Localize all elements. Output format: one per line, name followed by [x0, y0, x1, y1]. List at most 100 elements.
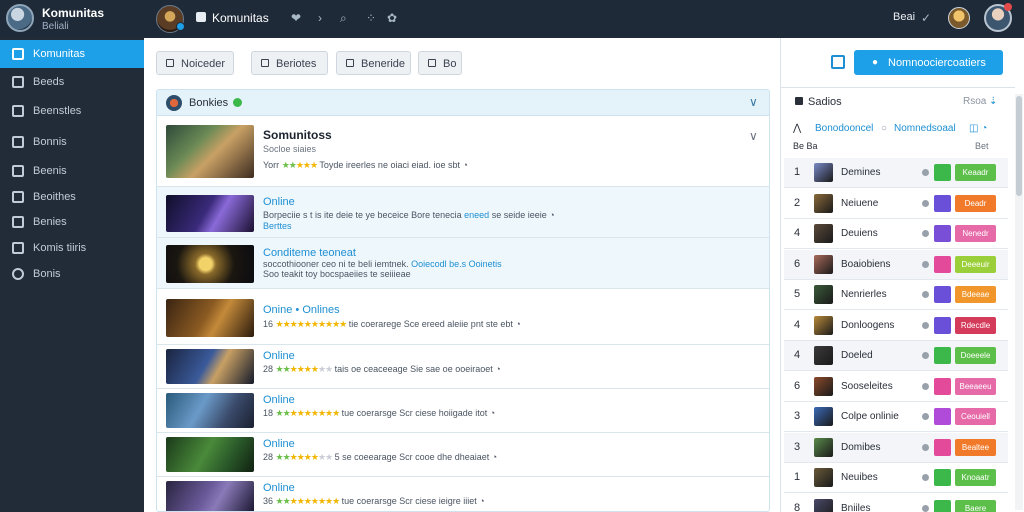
- player-tag[interactable]: [934, 286, 951, 303]
- app-avatar[interactable]: [6, 4, 34, 32]
- comment-icon[interactable]: ◔: [515, 319, 520, 329]
- sidebar-item-beeds[interactable]: Beeds: [0, 68, 144, 96]
- post-thumbnail[interactable]: [166, 125, 254, 178]
- post-thumbnail[interactable]: [166, 393, 254, 428]
- player-avatar[interactable]: [814, 224, 833, 243]
- player-tag[interactable]: [934, 164, 951, 181]
- post-thumbnail[interactable]: [166, 437, 254, 472]
- post-status[interactable]: Onine • Onlines: [263, 304, 340, 316]
- player-avatar[interactable]: [814, 285, 833, 304]
- home-icon[interactable]: [196, 12, 206, 22]
- player-tag[interactable]: [934, 225, 951, 242]
- comment-icon[interactable]: ◔: [463, 160, 468, 170]
- settings-icon[interactable]: ✿: [387, 11, 397, 25]
- player-badge[interactable]: Deeeuir: [955, 255, 996, 273]
- user-avatar[interactable]: [948, 7, 970, 29]
- scrollbar[interactable]: [1015, 94, 1023, 510]
- player-tag[interactable]: [934, 194, 951, 212]
- player-badge[interactable]: Ceouiell: [955, 408, 996, 425]
- filter-button-beneride[interactable]: Beneride: [336, 51, 411, 75]
- player-row[interactable]: 4 Doeled Doeeele: [784, 341, 1008, 371]
- scrollbar-thumb[interactable]: [1016, 96, 1022, 196]
- player-row[interactable]: 6 Sooseleites Beeaeeu: [784, 372, 1008, 402]
- primary-action-button[interactable]: ● Nomnoociercoatiers: [854, 50, 1003, 75]
- player-tag[interactable]: [934, 408, 951, 425]
- grid-icon[interactable]: ◫ ◔: [969, 123, 987, 134]
- section-filter[interactable]: Rsoa: [963, 96, 986, 107]
- player-name[interactable]: Colpe onlinie: [841, 411, 899, 422]
- post-thumbnail[interactable]: [166, 299, 254, 337]
- sidebar-item-beoithes[interactable]: Beoithes: [0, 183, 144, 211]
- player-avatar[interactable]: [814, 163, 833, 182]
- player-avatar[interactable]: [814, 376, 833, 396]
- grid-icon[interactable]: ⁘: [366, 11, 376, 25]
- player-row[interactable]: 1 Demines Keaadr: [784, 158, 1008, 188]
- comment-icon[interactable]: ◔: [490, 408, 495, 418]
- player-row[interactable]: 3 Domibes Bealtee: [784, 432, 1008, 463]
- player-row[interactable]: 3 Colpe onlinie Ceouiell: [784, 402, 1008, 432]
- list-header[interactable]: Bonkies ∨: [157, 90, 769, 116]
- filter-icon[interactable]: ⇣: [989, 96, 997, 107]
- player-name[interactable]: Boaiobiens: [841, 259, 890, 270]
- post-thumbnail[interactable]: [166, 245, 254, 283]
- player-badge[interactable]: Baere: [955, 499, 996, 512]
- player-avatar[interactable]: [814, 315, 833, 335]
- player-avatar[interactable]: [814, 468, 833, 487]
- check-icon[interactable]: ✓: [921, 11, 931, 25]
- chevron-right-icon[interactable]: ›: [318, 11, 322, 25]
- player-tag[interactable]: [934, 499, 951, 512]
- filter-button-bo[interactable]: Bo: [418, 51, 462, 75]
- post-title[interactable]: Somunitoss: [263, 128, 332, 142]
- player-name[interactable]: Sooseleites: [841, 381, 893, 392]
- search-icon[interactable]: ⌕: [340, 11, 347, 26]
- player-name[interactable]: Nenrierles: [841, 289, 887, 300]
- post-status[interactable]: Online: [263, 394, 295, 406]
- player-badge[interactable]: Knoaatr: [955, 469, 996, 486]
- player-badge[interactable]: Bealtee: [955, 438, 996, 456]
- list-item[interactable]: Online 28 ★★★★★★★★ 5 se coeearage Scr co…: [157, 433, 769, 477]
- player-row[interactable]: 5 Nenrierles Bdeeae: [784, 280, 1008, 310]
- player-row[interactable]: 4 Donloogens Rdecdle: [784, 311, 1008, 341]
- chevron-down-icon[interactable]: ∨: [749, 129, 758, 143]
- sidebar-item-bonis[interactable]: Bonis: [0, 260, 144, 288]
- post-author[interactable]: Berttes: [263, 221, 292, 231]
- list-item[interactable]: Online 36 ★★★★★★★★★ tue coerarsge Scr ci…: [157, 477, 769, 511]
- post-status[interactable]: Online: [263, 350, 295, 362]
- info-icon[interactable]: ○: [881, 123, 887, 134]
- tab-bonodooncel[interactable]: Bonodooncel: [815, 123, 873, 134]
- sidebar-item-beenis[interactable]: Beenis: [0, 157, 144, 185]
- player-name[interactable]: Bniiles: [841, 503, 870, 512]
- post-thumbnail[interactable]: [166, 349, 254, 384]
- player-name[interactable]: Demines: [841, 167, 880, 178]
- comment-icon[interactable]: ◔: [492, 452, 497, 462]
- player-avatar[interactable]: [814, 254, 833, 274]
- filter-button-noiceder[interactable]: Noiceder: [156, 51, 234, 75]
- list-item[interactable]: Online 28 ★★★★★★★★ tais oe ceaceeage Sie…: [157, 345, 769, 389]
- post-link[interactable]: Ooiecodl be.s Ooinetis: [411, 259, 502, 269]
- player-avatar[interactable]: [814, 498, 833, 512]
- post-status[interactable]: Online: [263, 482, 295, 494]
- player-badge[interactable]: Doeeele: [955, 347, 996, 364]
- sidebar-item-komis-tiiris[interactable]: Komis tiiris: [0, 234, 144, 262]
- comment-icon[interactable]: ◔: [495, 364, 500, 374]
- sidebar-item-benies[interactable]: Benies: [0, 208, 144, 236]
- player-row[interactable]: 8 Bniiles Baere: [784, 494, 1008, 512]
- player-name[interactable]: Neuibes: [841, 472, 878, 483]
- list-item[interactable]: Conditeme teoneat soccothiooner ceo ni t…: [157, 238, 769, 289]
- sidebar-item-bonnis[interactable]: Bonnis: [0, 128, 144, 156]
- player-avatar[interactable]: [814, 346, 833, 365]
- player-name[interactable]: Donloogens: [841, 320, 894, 331]
- player-badge[interactable]: Keaadr: [955, 164, 996, 181]
- post-status[interactable]: Online: [263, 196, 295, 208]
- tab-nomnedsoaal[interactable]: Nomnedsoaal: [894, 123, 956, 134]
- player-badge[interactable]: Beeaeeu: [955, 377, 996, 395]
- comment-icon[interactable]: ◔: [549, 210, 554, 220]
- featured-post[interactable]: Somunitoss Socloe siaies Yorr ★★★★★ Toyd…: [157, 117, 769, 187]
- comment-icon[interactable]: ◔: [479, 496, 484, 506]
- player-row[interactable]: 2 Neiuene Deadr: [784, 189, 1008, 219]
- post-thumbnail[interactable]: [166, 195, 254, 232]
- bookmark-icon[interactable]: [831, 55, 845, 69]
- player-badge[interactable]: Rdecdle: [955, 316, 996, 334]
- account-label[interactable]: Beai: [893, 11, 915, 23]
- player-row[interactable]: 4 Deuiens Nenedr: [784, 219, 1008, 249]
